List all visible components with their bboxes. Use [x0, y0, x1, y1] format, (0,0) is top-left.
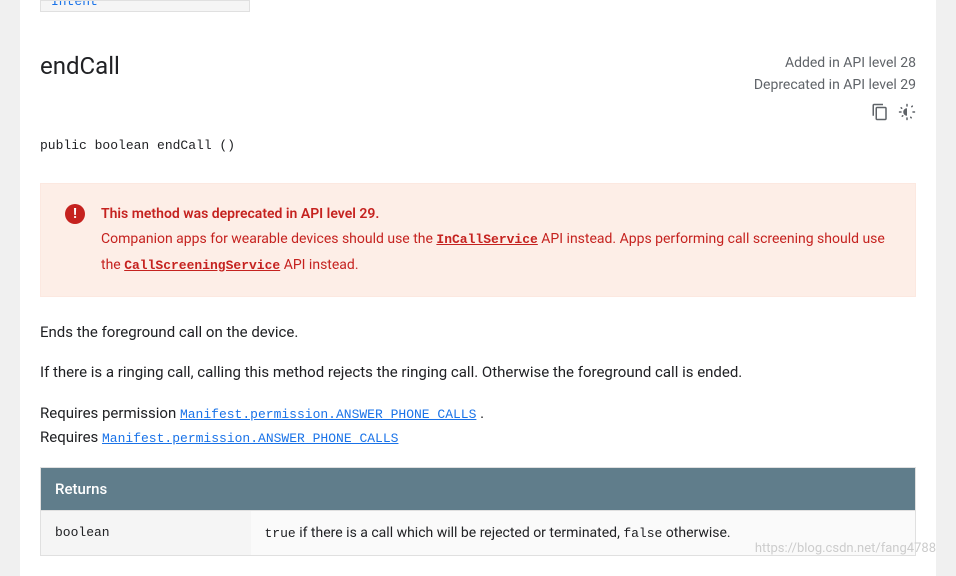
deprecation-text: Companion apps for wearable devices shou…	[101, 231, 436, 247]
deprecation-title: This method was deprecated in API level …	[101, 206, 379, 222]
fragment-link[interactable]: Intent	[51, 0, 98, 9]
description-paragraph: Ends the foreground call on the device.	[40, 321, 916, 344]
description-paragraph: If there is a ringing call, calling this…	[40, 361, 916, 384]
copy-icon[interactable]	[871, 103, 889, 121]
warning-icon: !	[65, 204, 85, 224]
api-deprecated-label: Deprecated in API level 29	[754, 74, 916, 96]
api-added-label: Added in API level 28	[754, 52, 916, 74]
method-signature: public boolean endCall ()	[40, 138, 916, 153]
method-title: endCall	[40, 52, 120, 80]
deprecation-warning: ! This method was deprecated in API leve…	[40, 183, 916, 297]
requires-label: Requires permission	[40, 404, 180, 422]
return-type: boolean	[41, 510, 251, 555]
requires-label: Requires	[40, 428, 102, 446]
watermark: https://blog.csdn.net/fang4788	[755, 541, 936, 556]
permission-link[interactable]: Manifest.permission.ANSWER_PHONE_CALLS	[102, 431, 398, 446]
permission-link[interactable]: Manifest.permission.ANSWER_PHONE_CALLS	[180, 407, 476, 422]
returns-header: Returns	[41, 467, 916, 510]
dark-mode-icon[interactable]	[898, 103, 916, 121]
deprecation-text: API instead.	[280, 257, 358, 273]
incallservice-link[interactable]: InCallService	[436, 232, 537, 247]
previous-item-fragment: Intent	[40, 0, 250, 12]
callscreeningservice-link[interactable]: CallScreeningService	[124, 258, 280, 273]
